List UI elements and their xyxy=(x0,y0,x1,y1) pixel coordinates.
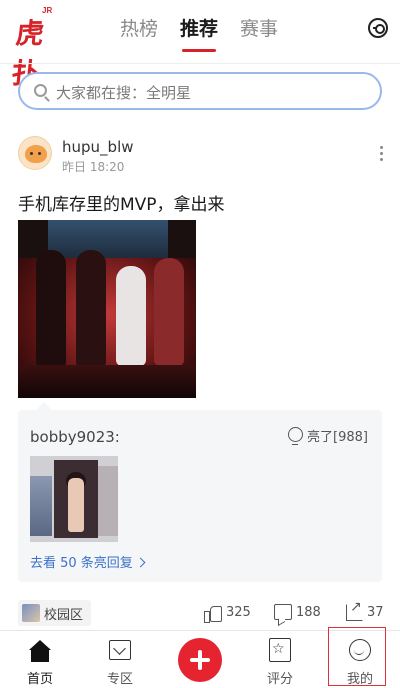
image-floor xyxy=(18,365,196,398)
top-header: 虎扑 JR 热榜 推荐 赛事 xyxy=(0,0,400,90)
nav-rate[interactable]: ☆ 评分 xyxy=(250,631,310,688)
header-divider xyxy=(0,63,400,64)
post-time: 昨日 18:20 xyxy=(62,160,125,174)
chevron-right-icon xyxy=(135,557,146,568)
more-options-icon[interactable] xyxy=(380,146,384,164)
post-username[interactable]: hupu_blw xyxy=(62,138,134,156)
light-button[interactable]: 亮了[988] xyxy=(287,426,368,445)
image-figure xyxy=(36,250,66,368)
thumbs-up-icon xyxy=(204,604,222,623)
profile-icon xyxy=(349,639,371,661)
cat-avatar-icon xyxy=(25,145,47,163)
nav-profile-label: 我的 xyxy=(346,672,373,687)
nav-rate-label: 评分 xyxy=(266,672,293,687)
nav-zone-label: 专区 xyxy=(106,672,133,687)
light-count: 亮了[988] xyxy=(307,430,368,445)
scan-icon[interactable] xyxy=(368,18,388,38)
comment-icon xyxy=(274,604,292,620)
share-count: 37 xyxy=(367,605,384,620)
nav-home-label: 首页 xyxy=(26,672,53,687)
avatar[interactable] xyxy=(18,136,52,170)
more-replies-link[interactable]: 去看 50 条亮回复 xyxy=(30,552,146,571)
image-blur xyxy=(30,476,52,536)
image-figure xyxy=(76,250,106,368)
like-count: 325 xyxy=(226,605,251,620)
image-figure xyxy=(116,266,146,366)
image-wall xyxy=(98,466,118,536)
rate-icon: ☆ xyxy=(269,638,291,662)
topic-tag[interactable]: 校园区 xyxy=(18,600,92,626)
image-figure xyxy=(154,258,184,366)
tab-hot[interactable]: 热榜 xyxy=(120,14,158,50)
share-icon xyxy=(346,599,363,621)
feed-tabs: 热榜 推荐 赛事 xyxy=(120,14,278,52)
image-person xyxy=(68,478,84,532)
topic-label: 校园区 xyxy=(44,607,84,623)
logo-badge: JR xyxy=(42,6,53,15)
nav-home[interactable]: 首页 xyxy=(10,631,70,688)
more-replies-label: 去看 50 条亮回复 xyxy=(30,556,133,571)
nav-profile[interactable]: 我的 xyxy=(330,631,390,688)
image-screen xyxy=(48,220,168,260)
tab-events[interactable]: 赛事 xyxy=(240,14,278,50)
zone-icon xyxy=(109,640,131,660)
post-image[interactable] xyxy=(18,220,196,398)
top-comment-card[interactable]: bobby9023: 亮了[988] 去看 50 条亮回复 xyxy=(18,402,382,582)
search-placeholder: 大家都在搜：全明星 xyxy=(56,84,192,102)
comment-image[interactable] xyxy=(30,456,118,542)
create-post-button[interactable] xyxy=(178,638,222,682)
post-title[interactable]: 手机库存里的MVP，拿出来 xyxy=(18,190,225,215)
search-icon xyxy=(34,84,47,97)
bulb-icon xyxy=(287,426,304,445)
tab-recommend[interactable]: 推荐 xyxy=(180,14,218,52)
nav-zone[interactable]: 专区 xyxy=(90,631,150,688)
share-button[interactable]: 37 xyxy=(346,599,384,621)
hupu-logo[interactable]: 虎扑 JR xyxy=(10,6,60,90)
comment-count: 188 xyxy=(296,604,321,620)
like-button[interactable]: 325 xyxy=(204,604,251,623)
search-input[interactable]: 大家都在搜：全明星 xyxy=(18,72,382,110)
comment-author[interactable]: bobby9023: xyxy=(30,428,120,446)
comment-button[interactable]: 188 xyxy=(274,604,321,620)
home-icon xyxy=(29,640,51,662)
topic-icon xyxy=(22,604,40,622)
